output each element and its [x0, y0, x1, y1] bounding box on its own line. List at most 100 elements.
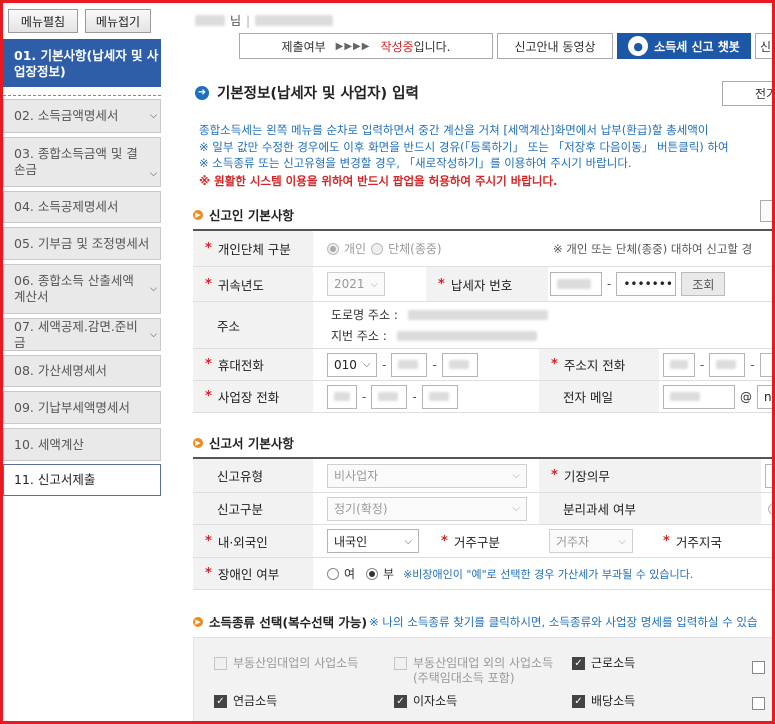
checkbox-rental-business[interactable]: 부동산임대업의 사업소득 — [214, 656, 358, 671]
chevron-down-icon: ⌵ — [618, 535, 626, 547]
chatbot-icon: ● — [628, 36, 649, 56]
label-text: 기장의무 — [563, 469, 610, 484]
checkbox-icon[interactable] — [394, 657, 407, 670]
nationality-select[interactable]: 내국인 ⌵ — [327, 529, 419, 553]
guide-video-button[interactable]: 신고안내 동영상 — [497, 33, 613, 59]
checkmark-icon[interactable]: ✓ — [214, 695, 227, 708]
home-phone-middle[interactable] — [709, 352, 746, 377]
row-nationality: * 내·외국인 내국인 ⌵ * 거주구분 거주자 ⌵ * 거주지국 — [193, 525, 775, 558]
label-text: 분리과세 여부 — [563, 502, 636, 517]
checkmark-icon[interactable]: ✓ — [572, 695, 585, 708]
sidebar-item-donation[interactable]: 05. 기부금 및 조정명세서 — [3, 227, 161, 260]
tax-chatbot-button[interactable]: ● 소득세 신고 챗봇 — [617, 33, 751, 59]
status-suffix: 입니다. — [413, 39, 451, 54]
row-type: * 개인단체 구분 개인 단체(종중) ※ 개인 또는 단체(종중) 대하여 신고… — [193, 231, 775, 267]
menu-expand-button[interactable]: 메뉴펼침 — [8, 9, 78, 33]
chevron-down-icon[interactable]: ⌵ — [150, 108, 157, 124]
main-content: 님 | 제출여부 ▶▶▶▶ 작성중입니다. 신고안내 동영상 ● 소득세 신고 … — [193, 0, 775, 724]
sidebar-item-penalty-tax[interactable]: 08. 가산세명세서 — [3, 355, 161, 387]
chevron-down-icon[interactable]: ⌵ — [150, 327, 157, 343]
biz-phone-last[interactable] — [421, 384, 458, 409]
type-note-text: ※ 개인 또는 단체(종중) 대하여 신고할 경 — [553, 241, 753, 256]
radio-disabled-yes[interactable] — [327, 567, 339, 580]
sidebar-item-label: 07. 세액공제.감면.준비금 — [14, 318, 138, 350]
checkbox-pension-income[interactable]: ✓ 연금소득 — [214, 694, 277, 709]
checkbox-earned-income[interactable]: ✓ 근로소득 — [572, 656, 635, 671]
label-separate-tax: 분리과세 여부 — [539, 493, 761, 524]
label-filing-category: 신고구분 — [193, 493, 313, 524]
section-action-button[interactable] — [760, 200, 775, 222]
section-title-income: ▶ 소득종류 선택(복수선택 가능) ※ 나의 소득종류 찾기를 클릭하시면, … — [193, 612, 758, 631]
checkbox-non-rental-business[interactable]: 부동산임대업 외의 사업소득 (주택임대소득 포함) — [394, 656, 553, 686]
label-taxpayer-no: * 납세자 번호 — [426, 267, 548, 301]
radio-no-label: 부 — [383, 567, 395, 581]
radio-group-clan[interactable] — [371, 242, 384, 255]
separate-tax-radio[interactable] — [768, 503, 775, 515]
mobile-last-input[interactable] — [441, 352, 478, 377]
sidebar-item-income-statement[interactable]: 02. 소득금액명세서 ⌵ — [3, 99, 161, 133]
sidebar-item-basic-info[interactable]: 01. 기본사항(납세자 및 사업장정보) — [3, 39, 161, 87]
section-bullet-icon: ▶ — [193, 437, 203, 448]
checkbox-icon[interactable] — [214, 657, 227, 670]
biz-phone-middle[interactable] — [371, 384, 408, 409]
chevron-down-icon[interactable]: ⌵ — [150, 166, 157, 182]
biz-phone-first[interactable] — [327, 384, 357, 409]
radio-individual[interactable] — [327, 242, 339, 255]
status-label: 제출여부 — [281, 39, 326, 54]
email-id-input[interactable] — [663, 384, 735, 409]
masked-value — [378, 392, 399, 401]
checkbox-extra[interactable] — [752, 660, 765, 674]
year-value: 2021 — [334, 277, 365, 291]
dash: - — [700, 357, 705, 372]
label-type: * 개인단체 구분 — [193, 231, 313, 266]
taxpayer-no-second[interactable]: ••••••• — [616, 272, 677, 296]
sidebar-item-label: 01. 기본사항(납세자 및 사업장정보) — [14, 48, 159, 79]
checkbox-label-group: 부동산임대업 외의 사업소득 (주택임대소득 포함) — [413, 656, 553, 686]
extra-tab[interactable]: 신 — [755, 33, 775, 59]
row-mobile: * 휴대전화 010 ⌵ - - * 주소지 전화 - - — [193, 349, 775, 381]
checkbox-icon[interactable] — [752, 661, 765, 674]
checkbox-dividend-income[interactable]: ✓ 배당소득 — [572, 694, 635, 709]
checkbox-icon[interactable] — [752, 697, 765, 710]
sidebar-item-tax-credit[interactable]: 07. 세액공제.감면.준비금 ⌵ — [3, 318, 161, 351]
year-cell: 2021 ⌵ — [327, 267, 427, 301]
menu-collapse-button[interactable]: 메뉴접기 — [85, 9, 151, 33]
section-title-text: 신고서 기본사항 — [209, 436, 294, 451]
filing-category-select[interactable]: 정기(확정) ⌵ — [327, 496, 527, 521]
checkbox-interest-income[interactable]: ✓ 이자소득 — [394, 694, 457, 709]
checkmark-icon[interactable]: ✓ — [394, 695, 407, 708]
sidebar-item-total-income-loss[interactable]: 03. 종합소득금액 및 결손금 ⌵ — [3, 137, 161, 187]
sidebar-item-computed-tax[interactable]: 06. 종합소득 산출세액계산서 ⌵ — [3, 264, 161, 314]
radio-disabled-no[interactable] — [366, 567, 379, 580]
mobile-cell: 010 ⌵ - - — [327, 349, 547, 380]
sidebar-item-prepaid-tax[interactable]: 09. 기납부세액명세서 — [3, 391, 161, 424]
mobile-middle-input[interactable] — [391, 352, 428, 377]
year-select[interactable]: 2021 ⌵ — [327, 272, 385, 296]
home-phone-first[interactable] — [663, 352, 695, 377]
email-at-sign: @ — [740, 389, 752, 404]
sidebar-item-tax-calculation[interactable]: 10. 세액계산 — [3, 428, 161, 461]
sidebar-item-income-deduction[interactable]: 04. 소득공제명세서 — [3, 191, 161, 223]
checkmark-icon[interactable]: ✓ — [572, 657, 585, 670]
lot-address: 지번 주소 : — [331, 327, 537, 344]
mobile-prefix-select[interactable]: 010 ⌵ — [327, 352, 377, 377]
filing-type-select[interactable]: 비사업자 ⌵ — [327, 463, 527, 488]
home-phone-last[interactable] — [759, 352, 775, 377]
residence-select[interactable]: 거주자 ⌵ — [549, 529, 633, 553]
dash: - — [750, 357, 755, 372]
sidebar-item-label: 03. 종합소득금액 및 결손금 — [14, 146, 138, 177]
checkbox-label: 부동산임대업 외의 사업소득 — [413, 656, 554, 670]
bookkeeping-select[interactable] — [765, 464, 775, 488]
taxpayer-no-first[interactable] — [550, 272, 602, 296]
lookup-button[interactable]: 조회 — [681, 272, 726, 296]
full-view-button[interactable]: 전기 — [722, 81, 775, 106]
masked-value — [557, 279, 591, 289]
submission-status: 제출여부 ▶▶▶▶ 작성중입니다. — [239, 33, 493, 59]
email-domain-input[interactable]: na — [757, 384, 775, 409]
type-radio-group: 개인 단체(종중) — [327, 231, 557, 266]
label-home-phone: * 주소지 전화 — [539, 349, 659, 380]
chevron-down-icon[interactable]: ⌵ — [150, 281, 157, 297]
section-title-filing: ▶ 신고서 기본사항 — [193, 433, 294, 452]
sidebar-item-submit[interactable]: 11. 신고서제출 — [3, 464, 161, 496]
checkbox-extra-2[interactable] — [752, 696, 765, 710]
